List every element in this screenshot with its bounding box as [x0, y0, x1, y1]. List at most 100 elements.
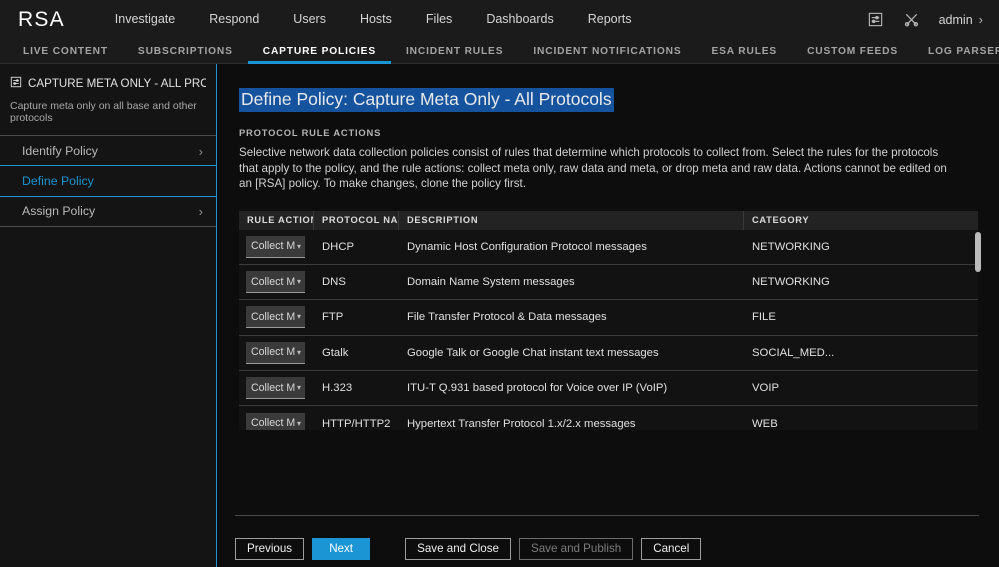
footer-button-bar: PreviousNextSave and CloseSave and Publi…	[235, 515, 979, 567]
subnav-item-custom-feeds[interactable]: CUSTOM FEEDS	[792, 39, 913, 64]
chevron-down-icon: ▾	[297, 277, 301, 286]
subnav-item-subscriptions[interactable]: SUBSCRIPTIONS	[123, 39, 248, 64]
rule-action-value: Collect M...	[251, 276, 295, 288]
nav-item-hosts[interactable]: Hosts	[343, 0, 409, 39]
nav-item-reports[interactable]: Reports	[571, 0, 649, 39]
section-label: PROTOCOL RULE ACTIONS	[239, 127, 977, 138]
table-row[interactable]: Collect M...▾ DHCPDynamic Host Configurat…	[239, 230, 978, 265]
rule-action-cell: Collect M...▾	[239, 271, 314, 293]
sidebar-step-assign-policy[interactable]: Assign Policy›	[0, 196, 216, 226]
sidebar: CAPTURE META ONLY - ALL PROTOC... Captur…	[0, 64, 217, 567]
subnav-item-capture-policies[interactable]: CAPTURE POLICIES	[248, 39, 391, 64]
protocol-category-cell: SOCIAL_MED...	[744, 347, 978, 359]
rule-action-cell: Collect M...▾	[239, 413, 314, 430]
rule-action-dropdown[interactable]: Collect M...▾	[246, 236, 305, 258]
table-scrollbar-thumb[interactable]	[975, 232, 981, 272]
tools-icon[interactable]	[903, 11, 920, 28]
top-bar-right: admin ›	[867, 11, 985, 28]
table-scrollbar[interactable]	[975, 230, 981, 430]
protocol-category-cell: WEB	[744, 418, 978, 430]
sidebar-step-label: Define Policy	[22, 174, 94, 188]
rule-action-value: Collect M...	[251, 417, 295, 429]
cancel-button[interactable]: Cancel	[641, 538, 701, 560]
nav-item-investigate[interactable]: Investigate	[98, 0, 192, 39]
rule-action-value: Collect M...	[251, 382, 295, 394]
policy-header: CAPTURE META ONLY - ALL PROTOC... Captur…	[0, 64, 216, 136]
rule-action-dropdown[interactable]: Collect M...▾	[246, 377, 305, 399]
protocol-description-cell: File Transfer Protocol & Data messages	[399, 311, 744, 323]
save-and-close-button[interactable]: Save and Close	[405, 538, 511, 560]
nav-item-files[interactable]: Files	[409, 0, 469, 39]
table-row[interactable]: Collect M...▾ FTPFile Transfer Protocol &…	[239, 300, 978, 335]
sidebar-divider	[0, 226, 216, 227]
sidebar-step-identify-policy[interactable]: Identify Policy ›	[0, 136, 216, 166]
chevron-right-icon: ›	[979, 12, 983, 27]
rule-action-value: Collect M...	[251, 311, 295, 323]
nav-item-dashboards[interactable]: Dashboards	[469, 0, 570, 39]
table-header-row: RULE ACTIONPROTOCOL NAMEDESCRIPTIONCATEG…	[239, 211, 978, 230]
protocol-category-cell: NETWORKING	[744, 241, 978, 253]
protocol-rules-table: RULE ACTIONPROTOCOL NAMEDESCRIPTIONCATEG…	[239, 211, 978, 430]
protocol-description-cell: ITU-T Q.931 based protocol for Voice ove…	[399, 382, 744, 394]
protocol-name-cell: DNS	[314, 276, 399, 288]
subnav-item-esa-rules[interactable]: ESA RULES	[696, 39, 792, 64]
protocol-name-cell: H.323	[314, 382, 399, 394]
nav-item-users[interactable]: Users	[276, 0, 343, 39]
protocol-name-cell: DHCP	[314, 241, 399, 253]
column-header-description[interactable]: DESCRIPTION	[399, 211, 744, 230]
sub-navigation: LIVE CONTENTSUBSCRIPTIONSCAPTURE POLICIE…	[0, 39, 999, 64]
sidebar-step-define-policy[interactable]: Define Policy	[0, 166, 216, 196]
tasks-icon[interactable]	[867, 11, 884, 28]
rule-action-cell: Collect M...▾	[239, 306, 314, 328]
policy-title-row: CAPTURE META ONLY - ALL PROTOC...	[10, 76, 206, 91]
chevron-down-icon: ▾	[297, 419, 301, 428]
protocol-category-cell: FILE	[744, 311, 978, 323]
subnav-item-log-parser-rules[interactable]: LOG PARSER RULES	[913, 39, 999, 64]
rule-action-dropdown[interactable]: Collect M...▾	[246, 413, 305, 430]
protocol-description-cell: Domain Name System messages	[399, 276, 744, 288]
main-inner: Define Policy: Capture Meta Only - All P…	[217, 64, 999, 515]
chevron-down-icon: ▾	[297, 242, 301, 251]
sidebar-step-label: Identify Policy	[22, 144, 98, 158]
table-row[interactable]: Collect M...▾ H.323ITU-T Q.931 based prot…	[239, 371, 978, 406]
chevron-down-icon: ▾	[297, 383, 301, 392]
next-button[interactable]: Next	[312, 538, 370, 560]
main-navigation: InvestigateRespondUsersHostsFilesDashboa…	[98, 0, 649, 39]
top-bar: RSA InvestigateRespondUsersHostsFilesDas…	[0, 0, 999, 39]
protocol-category-cell: VOIP	[744, 382, 978, 394]
sidebar-step-label: Assign Policy	[22, 204, 95, 218]
table-row[interactable]: Collect M...▾ HTTP/HTTP2Hypertext Transfe…	[239, 406, 978, 429]
rule-action-dropdown[interactable]: Collect M...▾	[246, 342, 305, 364]
policy-description: Capture meta only on all base and other …	[10, 100, 206, 124]
subnav-item-live-content[interactable]: LIVE CONTENT	[8, 39, 123, 64]
previous-button[interactable]: Previous	[235, 538, 304, 560]
rsa-logo: RSA	[18, 8, 65, 32]
column-header-category[interactable]: CATEGORY	[744, 211, 978, 230]
protocol-category-cell: NETWORKING	[744, 276, 978, 288]
policy-icon	[10, 76, 22, 91]
main-content: Define Policy: Capture Meta Only - All P…	[217, 64, 999, 567]
section-description: Selective network data collection polici…	[239, 145, 957, 192]
subnav-item-incident-notifications[interactable]: INCIDENT NOTIFICATIONS	[518, 39, 696, 64]
table-body: Collect M...▾DHCPDynamic Host Configurat…	[239, 230, 978, 430]
chevron-right-icon: ›	[199, 144, 203, 159]
column-header-protocol-name[interactable]: PROTOCOL NAME	[314, 211, 399, 230]
protocol-description-cell: Dynamic Host Configuration Protocol mess…	[399, 241, 744, 253]
rule-action-value: Collect M...	[251, 346, 295, 358]
subnav-item-incident-rules[interactable]: INCIDENT RULES	[391, 39, 518, 64]
protocol-name-cell: FTP	[314, 311, 399, 323]
column-header-rule-action[interactable]: RULE ACTION	[239, 211, 314, 230]
protocol-description-cell: Hypertext Transfer Protocol 1.x/2.x mess…	[399, 418, 744, 430]
table-row[interactable]: Collect M...▾GtalkGoogle Talk or Google …	[239, 336, 978, 371]
protocol-name-cell: HTTP/HTTP2	[314, 418, 399, 430]
rule-action-dropdown[interactable]: Collect M...▾	[246, 306, 305, 328]
rule-action-cell: Collect M...▾	[239, 377, 314, 399]
rule-action-value: Collect M...	[251, 240, 295, 252]
nav-item-respond[interactable]: Respond	[192, 0, 276, 39]
user-menu[interactable]: admin ›	[939, 12, 985, 27]
chevron-down-icon: ▾	[297, 348, 301, 357]
table-row[interactable]: Collect M...▾ DNSDomain Name System messa…	[239, 265, 978, 300]
rule-action-dropdown[interactable]: Collect M...▾	[246, 271, 305, 293]
page-layout: CAPTURE META ONLY - ALL PROTOC... Captur…	[0, 64, 999, 567]
user-name: admin	[939, 13, 973, 27]
